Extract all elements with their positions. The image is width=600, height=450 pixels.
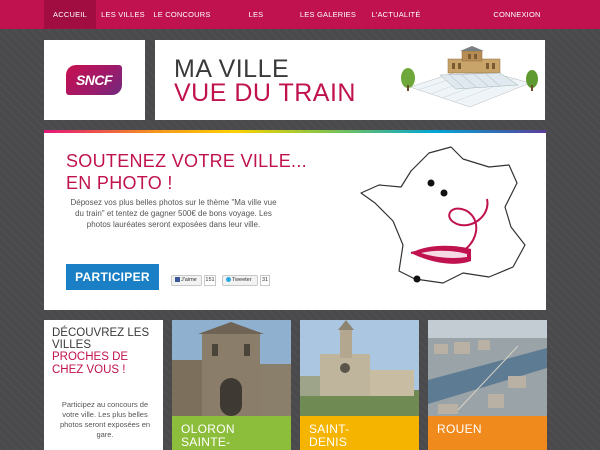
sncf-logo[interactable]: SNCF xyxy=(66,65,122,95)
connexion-link[interactable]: CONNEXION xyxy=(489,0,545,29)
nav-item-les-villes[interactable]: LES VILLES xyxy=(100,0,146,29)
facebook-icon xyxy=(175,277,180,283)
nav-item-les-expositions[interactable]: LES EXPOSITIONS xyxy=(221,0,291,48)
city-name-line2: SAINTE- xyxy=(181,435,231,449)
hero-panel: SOUTENEZ VOTRE VILLE... EN PHOTO ! Dépos… xyxy=(44,133,546,310)
city-photo-rouen xyxy=(428,320,547,416)
city-card-saint-denis[interactable]: SAINT- DENIS xyxy=(300,320,419,450)
nav-item-actualite[interactable]: L'ACTUALITÉ xyxy=(364,0,428,29)
nav-item-accueil[interactable]: ACCUEIL xyxy=(44,0,96,29)
site-title-panel: MA VILLE VUE DU TRAIN xyxy=(155,40,545,120)
site-title-line2: VUE DU TRAIN xyxy=(174,79,356,107)
villes-text: Participez au concours de votre ville. L… xyxy=(59,400,151,439)
like-count: 151 xyxy=(204,275,216,286)
city-name-line1: ROUEN xyxy=(437,422,482,436)
hero-title-line2: EN PHOTO ! xyxy=(66,173,173,193)
city-photo-saint-denis xyxy=(300,320,419,416)
tweet-button[interactable]: Tweeter xyxy=(222,275,258,286)
villes-subtitle: PROCHES DE CHEZ VOUS ! xyxy=(52,351,129,376)
like-button[interactable]: J'aime xyxy=(171,275,202,286)
france-map xyxy=(360,146,526,284)
nav-item-le-concours[interactable]: LE CONCOURS xyxy=(152,0,212,29)
station-illustration xyxy=(401,46,538,108)
city-label-rouen: ROUEN xyxy=(428,416,547,450)
city-label-saint-denis: SAINT- DENIS xyxy=(300,416,419,450)
villes-card: DÉCOUVREZ LES VILLES PROCHES DE CHEZ VOU… xyxy=(44,320,163,450)
nav-item-les-galeries[interactable]: LES GALERIES xyxy=(299,0,357,29)
tweet-count: 31 xyxy=(260,275,270,286)
city-card-rouen[interactable]: ROUEN xyxy=(428,320,547,450)
participer-button[interactable]: PARTICIPER xyxy=(66,264,159,290)
villes-title: DÉCOUVREZ LES VILLES xyxy=(52,327,150,351)
like-label: J'aime xyxy=(181,277,197,283)
twitter-icon xyxy=(226,277,231,283)
tweet-label: Tweeter xyxy=(232,277,252,283)
city-name-line2: DENIS xyxy=(309,435,348,449)
hero-title-line1: SOUTENEZ VOTRE VILLE... xyxy=(66,151,307,171)
city-label-oloron: OLORON SAINTE- xyxy=(172,416,291,450)
top-nav: ACCUEIL LES VILLES LE CONCOURS LES EXPOS… xyxy=(0,0,600,48)
hero-description: Déposez vos plus belles photos sur le th… xyxy=(70,198,277,229)
logo-panel: SNCF xyxy=(44,40,145,120)
site-title-line1: MA VILLE xyxy=(174,55,290,83)
city-photo-oloron xyxy=(172,320,291,416)
city-card-oloron[interactable]: OLORON SAINTE- xyxy=(172,320,291,450)
